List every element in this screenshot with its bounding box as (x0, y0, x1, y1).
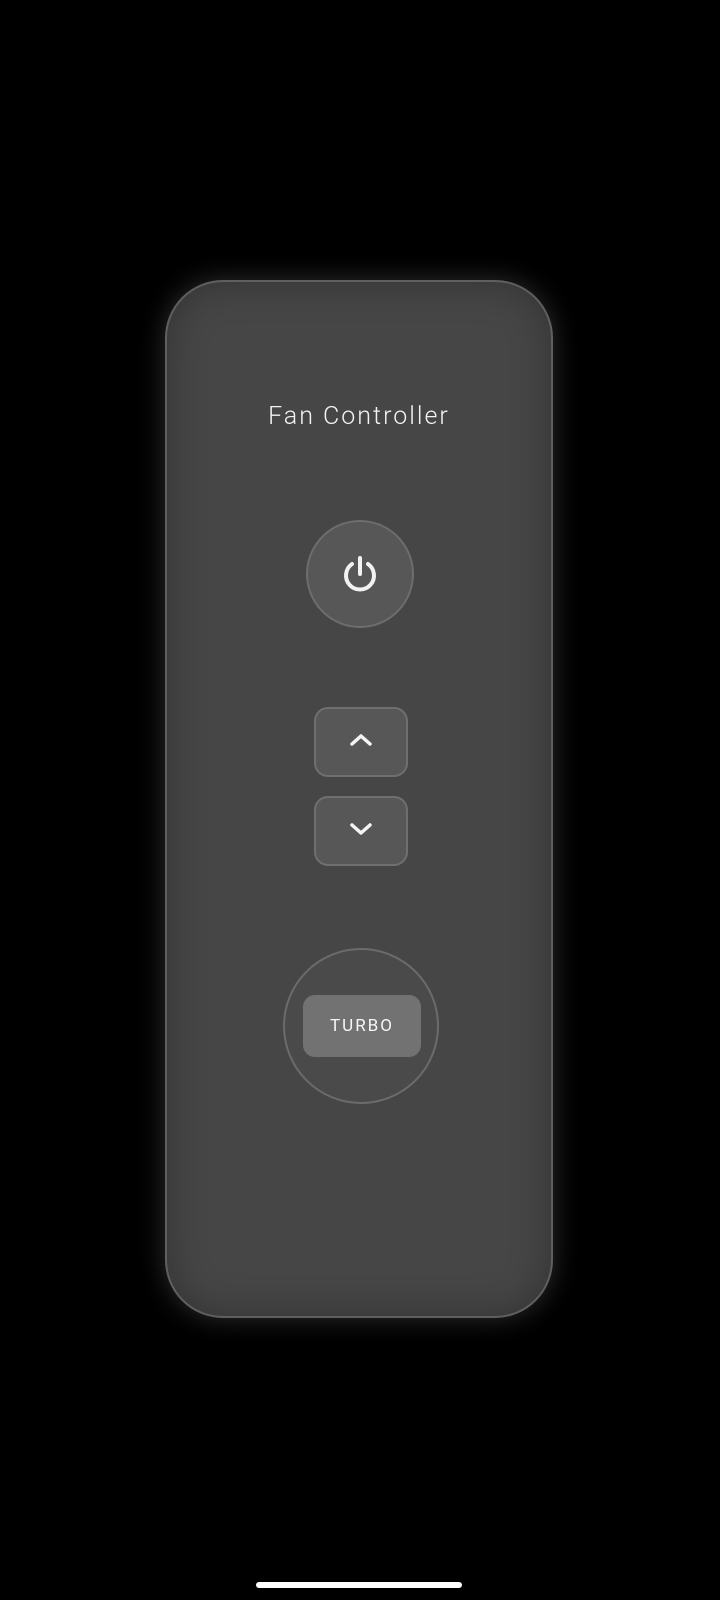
page-title: Fan Controller (268, 402, 450, 431)
fan-remote-panel: Fan Controller TURBO (165, 280, 553, 1318)
screen: Fan Controller TURBO (0, 0, 720, 1600)
speed-down-button[interactable] (314, 796, 408, 866)
turbo-ring: TURBO (283, 948, 439, 1104)
speed-up-button[interactable] (314, 707, 408, 777)
power-button[interactable] (306, 520, 414, 628)
power-icon (340, 554, 380, 594)
home-indicator[interactable] (256, 1582, 462, 1588)
chevron-up-icon (348, 731, 374, 753)
turbo-button[interactable]: TURBO (303, 995, 421, 1057)
chevron-down-icon (348, 820, 374, 842)
